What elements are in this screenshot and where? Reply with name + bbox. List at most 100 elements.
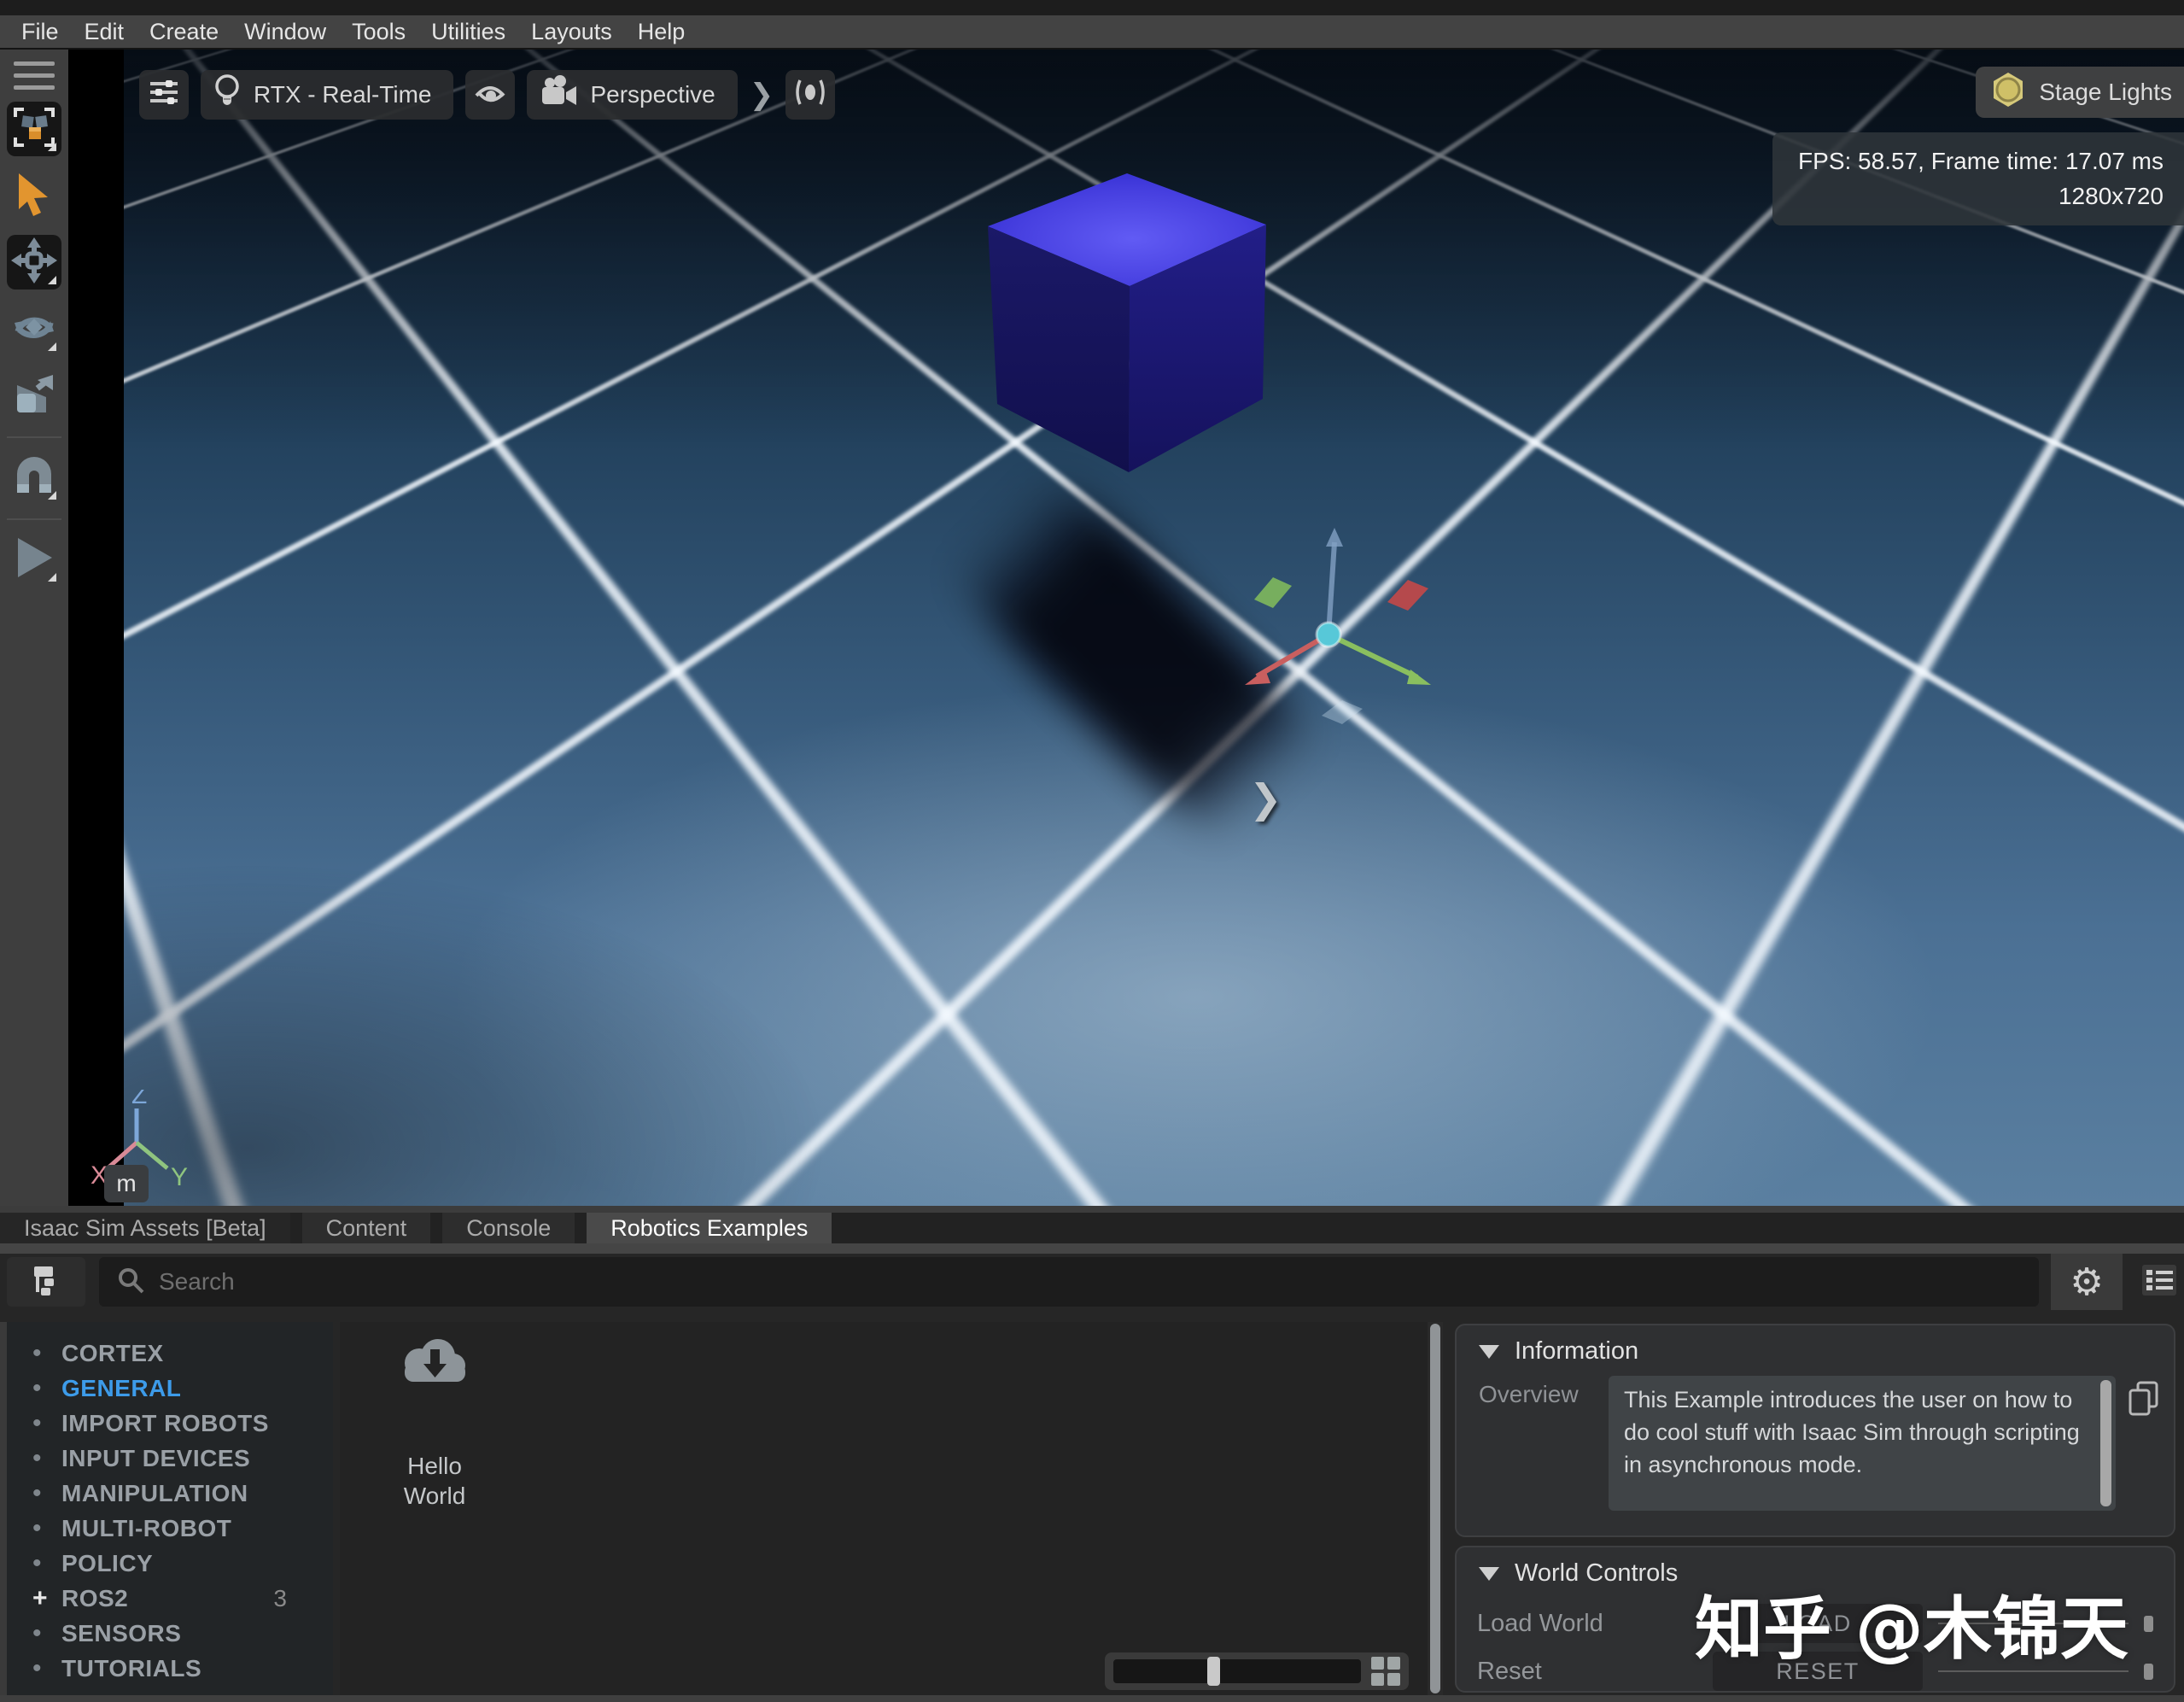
menu-window[interactable]: Window	[231, 15, 339, 48]
tab-content[interactable]: Content	[302, 1213, 431, 1243]
move-icon	[11, 237, 57, 288]
rotate-icon	[11, 306, 57, 353]
overview-textbox[interactable]: This Example introduces the user on how …	[1609, 1376, 2116, 1511]
sidebar-item-general[interactable]: • GENERAL	[7, 1371, 333, 1406]
menu-edit[interactable]: Edit	[72, 15, 137, 48]
bullet-icon: •	[32, 1479, 61, 1508]
transform-gizmo[interactable]	[1212, 495, 1486, 752]
information-section: Information Overview This Example introd…	[1455, 1324, 2175, 1537]
stage-light-icon	[1989, 71, 2027, 114]
thumbnail-size-slider[interactable]	[1105, 1652, 1409, 1690]
row-drag-handle[interactable]	[2144, 1616, 2153, 1632]
menu-utilities[interactable]: Utilities	[418, 15, 518, 48]
expand-plus-icon[interactable]: +	[32, 1584, 61, 1613]
snap-tool-button[interactable]	[7, 450, 61, 505]
slider-thumb[interactable]	[1207, 1657, 1220, 1686]
bullet-icon: •	[32, 1339, 61, 1368]
visibility-button[interactable]	[465, 70, 515, 120]
grid-view-icon[interactable]	[1371, 1657, 1400, 1686]
tab-robotics-examples[interactable]: Robotics Examples	[587, 1213, 832, 1243]
speaker-waves-icon	[791, 76, 829, 114]
examples-grid: Hello World	[340, 1322, 1443, 1695]
sidebar-item-policy[interactable]: • POLICY	[7, 1546, 333, 1581]
renderer-selector[interactable]: RTX - Real-Time	[201, 70, 453, 120]
search-placeholder: Search	[159, 1268, 235, 1296]
cursor-icon	[14, 172, 55, 220]
collapse-triangle-icon[interactable]	[1479, 1567, 1499, 1581]
gizmo-expand-chevron-icon[interactable]	[1249, 775, 1282, 822]
sidebar-item-multi-robot[interactable]: • MULTI-ROBOT	[7, 1511, 333, 1546]
stage-lights-label: Stage Lights	[2039, 79, 2172, 106]
toolbar-separator	[7, 518, 61, 520]
fps-line: FPS: 58.57, Frame time: 17.07 ms	[1798, 144, 2164, 179]
render-settings-button[interactable]	[139, 70, 189, 120]
sidebar-item-manipulation[interactable]: • MANIPULATION	[7, 1476, 333, 1511]
selection-mode-button[interactable]	[7, 102, 61, 156]
blue-cube[interactable]	[965, 167, 1272, 483]
viewport-render-area[interactable]: RTX - Real-Time	[124, 50, 2184, 1206]
watermark-text: 知乎 @木锦天	[1695, 1574, 2129, 1673]
menu-layouts[interactable]: Layouts	[518, 15, 625, 48]
scale-icon	[12, 371, 56, 420]
viewport-toolbar-left	[0, 50, 68, 1206]
search-input[interactable]: Search	[99, 1257, 2039, 1307]
sidebar-item-ros2[interactable]: + ROS2 3	[7, 1581, 333, 1616]
3d-viewport[interactable]: RTX - Real-Time	[68, 50, 2184, 1206]
list-view-button[interactable]	[2134, 1257, 2184, 1307]
categories-sidebar: • CORTEX • GENERAL • IMPORT ROBOTS • INP…	[0, 1322, 333, 1695]
settings-button[interactable]	[2051, 1254, 2123, 1310]
units-badge[interactable]: m	[104, 1165, 149, 1202]
menu-create[interactable]: Create	[137, 15, 231, 48]
bullet-icon: •	[32, 1374, 61, 1403]
copy-icon[interactable]	[2126, 1376, 2162, 1511]
list-view-icon	[2140, 1263, 2178, 1301]
bullet-icon: •	[32, 1619, 61, 1648]
play-button[interactable]	[7, 532, 61, 587]
tab-console[interactable]: Console	[442, 1213, 575, 1243]
stage-lights-button[interactable]: Stage Lights	[1976, 67, 2184, 118]
scrollbar-thumb[interactable]	[1430, 1324, 1440, 1693]
move-tool-button[interactable]	[7, 235, 61, 290]
tab-isaac-sim-assets[interactable]: Isaac Sim Assets [Beta]	[0, 1213, 290, 1243]
sidebar-item-import-robots[interactable]: • IMPORT ROBOTS	[7, 1406, 333, 1441]
menu-help[interactable]: Help	[625, 15, 698, 48]
sidebar-item-cortex[interactable]: • CORTEX	[7, 1336, 333, 1371]
toolbar-chevron-icon[interactable]	[750, 78, 774, 112]
row-drag-handle[interactable]	[2144, 1664, 2153, 1680]
example-hello-world[interactable]: Hello World	[362, 1337, 507, 1511]
window-bottom-strip	[0, 1695, 2184, 1702]
toolbar-drag-handle[interactable]	[14, 61, 55, 90]
toolbar-separator	[7, 436, 61, 438]
camera-icon	[539, 75, 578, 115]
information-header[interactable]: Information	[1457, 1325, 2174, 1366]
renderer-label: RTX - Real-Time	[254, 81, 431, 108]
slider-track[interactable]	[1113, 1659, 1361, 1683]
bullet-icon: •	[32, 1409, 61, 1438]
camera-label: Perspective	[590, 81, 715, 108]
collapse-triangle-icon[interactable]	[1479, 1345, 1499, 1359]
overview-scrollbar[interactable]	[2100, 1380, 2111, 1506]
sidebar-item-tutorials[interactable]: • TUTORIALS	[7, 1651, 333, 1686]
scale-tool-button[interactable]	[7, 368, 61, 423]
window-top-strip	[0, 0, 2184, 15]
hierarchy-view-button[interactable]	[7, 1257, 85, 1307]
viewport-top-toolbar: RTX - Real-Time	[139, 70, 835, 120]
camera-selector[interactable]: Perspective	[527, 70, 737, 120]
menu-tools[interactable]: Tools	[339, 15, 418, 48]
sidebar-item-input-devices[interactable]: • INPUT DEVICES	[7, 1441, 333, 1476]
bullet-icon: •	[32, 1654, 61, 1683]
audio-button[interactable]	[785, 70, 835, 120]
sliders-icon	[149, 77, 179, 114]
rotate-tool-button[interactable]	[7, 301, 61, 356]
sidebar-item-sensors[interactable]: • SENSORS	[7, 1616, 333, 1651]
magnet-icon	[12, 455, 56, 500]
eye-icon	[473, 77, 507, 114]
vertical-scrollbar[interactable]	[1428, 1322, 1443, 1695]
bullet-icon: •	[32, 1514, 61, 1543]
fps-overlay: FPS: 58.57, Frame time: 17.07 ms 1280x72…	[1772, 132, 2184, 225]
overview-label: Overview	[1479, 1376, 1609, 1511]
overview-text: This Example introduces the user on how …	[1624, 1384, 2087, 1481]
select-tool-button[interactable]	[7, 168, 61, 223]
menu-file[interactable]: File	[9, 15, 72, 48]
search-icon	[116, 1266, 145, 1299]
